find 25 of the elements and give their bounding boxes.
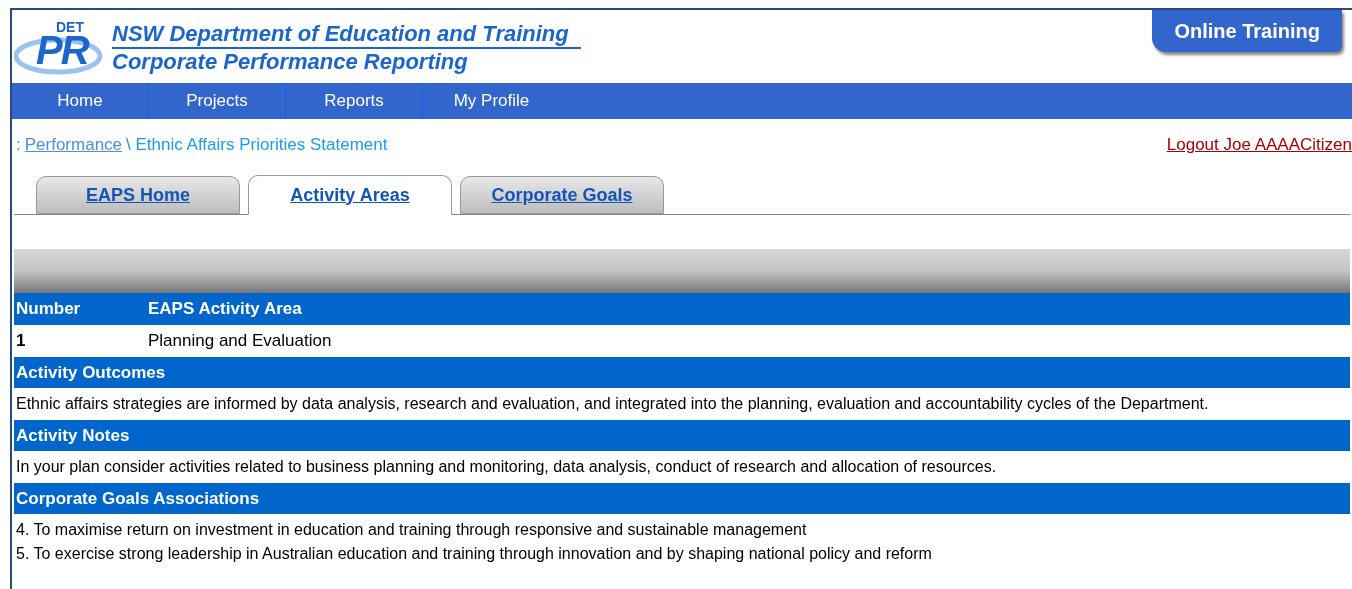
nav-link[interactable]: My Profile xyxy=(423,83,560,119)
section-heading: Activity Outcomes xyxy=(14,357,1350,388)
tab[interactable]: Activity Areas xyxy=(248,175,452,215)
section-text: 4. To maximise return on investment in education and training through responsive and sustainable management xyxy=(16,520,808,540)
section-text: 5. To exercise strong leadership in Australian education and training through innovation and by shaping national policy and reform xyxy=(16,544,933,564)
column-heading: EAPS Activity Area xyxy=(148,298,302,321)
nav-link[interactable]: Home xyxy=(12,83,149,119)
section-text: Ethnic affairs strategies are informed by data analysis, research and evaluation, and integrated into the planning, evaluation and accountability cycles of the Department. xyxy=(16,394,1210,414)
table-cell-text: 1 xyxy=(15,330,27,353)
app-subtitle: Corporate Performance Reporting xyxy=(112,49,469,75)
department-title: NSW Department of Education and Training xyxy=(112,21,581,49)
section-heading: Activity Notes xyxy=(14,420,1350,451)
tab[interactable]: Corporate Goals xyxy=(460,176,664,214)
tab[interactable]: EAPS Home xyxy=(36,176,240,214)
section-heading: Corporate Goals Associations xyxy=(14,483,1350,514)
section-text: In your plan consider activities related to business planning and monitoring, data analysis, conduct of research and allocation of resources. xyxy=(16,457,998,477)
logout-link[interactable]: Logout Joe AAAACitizen xyxy=(1166,132,1352,158)
nav-link[interactable]: Reports xyxy=(286,83,423,119)
breadcrumb-link[interactable]: Performance xyxy=(24,132,123,158)
online-training-badge: Online Training xyxy=(1152,10,1342,52)
breadcrumb-separator: : xyxy=(16,134,21,157)
nav-link[interactable]: Projects xyxy=(149,83,286,119)
table-cell-text: Planning and Evaluation xyxy=(148,330,332,353)
column-heading: Number xyxy=(15,298,82,321)
breadcrumb-current: \ Ethnic Affairs Priorities Statement xyxy=(126,134,388,157)
